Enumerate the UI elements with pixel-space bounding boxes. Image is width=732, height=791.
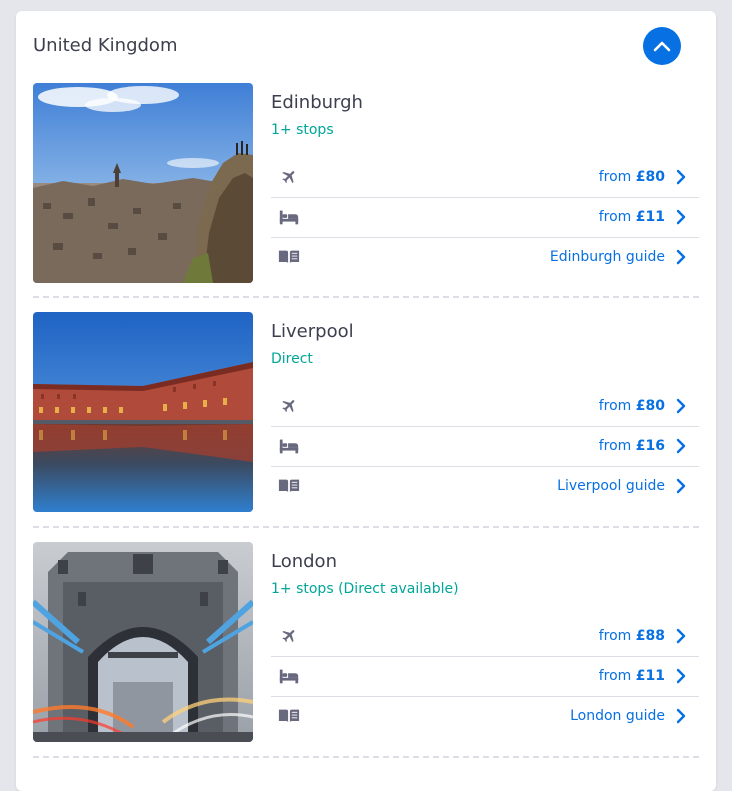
edinburgh-photo[interactable]	[33, 83, 253, 283]
chevron-up-icon	[653, 41, 671, 52]
guide-row[interactable]: London guide	[271, 697, 699, 736]
city-name[interactable]: Liverpool	[271, 321, 354, 342]
hotel-price-link[interactable]: from £16	[599, 438, 665, 454]
chevron-right-icon	[676, 708, 686, 724]
guide-row[interactable]: Liverpool guide	[271, 467, 699, 506]
city-item-liverpool: Liverpool Direct from £80 from £16 Liver…	[33, 312, 699, 512]
flights-row[interactable]: from £80	[271, 158, 699, 198]
chevron-right-icon	[676, 668, 686, 684]
guide-row[interactable]: Edinburgh guide	[271, 238, 699, 277]
flights-row[interactable]: from £80	[271, 387, 699, 427]
chevron-right-icon	[676, 249, 686, 265]
stops-info: 1+ stops (Direct available)	[271, 581, 459, 597]
book-icon	[278, 479, 300, 493]
london-photo[interactable]	[33, 542, 253, 742]
stops-info: Direct	[271, 351, 313, 367]
bed-icon	[279, 669, 299, 684]
plane-icon	[282, 400, 295, 413]
book-icon	[278, 709, 300, 723]
hotels-row[interactable]: from £16	[271, 427, 699, 467]
country-title: United Kingdom	[33, 35, 178, 56]
hotels-row[interactable]: from £11	[271, 198, 699, 238]
chevron-right-icon	[676, 398, 686, 414]
flight-price-link[interactable]: from £80	[599, 169, 665, 185]
hotel-price-link[interactable]: from £11	[599, 209, 665, 225]
chevron-right-icon	[676, 478, 686, 494]
hotel-price-link[interactable]: from £11	[599, 668, 665, 684]
guide-link[interactable]: Edinburgh guide	[550, 249, 665, 265]
plane-icon	[282, 630, 295, 643]
city-item-edinburgh: Edinburgh 1+ stops from £80 from £11 Edi…	[33, 83, 699, 283]
chevron-right-icon	[676, 438, 686, 454]
city-name[interactable]: London	[271, 551, 337, 572]
flights-row[interactable]: from £88	[271, 617, 699, 657]
city-name[interactable]: Edinburgh	[271, 92, 363, 113]
guide-link[interactable]: London guide	[570, 708, 665, 724]
chevron-right-icon	[676, 169, 686, 185]
bed-icon	[279, 210, 299, 225]
country-card: United Kingdom Edinburgh 1+ stops from £…	[16, 11, 716, 791]
flight-price-link[interactable]: from £80	[599, 398, 665, 414]
city-divider	[33, 756, 699, 758]
collapse-button[interactable]	[643, 27, 681, 65]
city-item-london: London 1+ stops (Direct available) from …	[33, 542, 699, 742]
flight-price-link[interactable]: from £88	[599, 628, 665, 644]
chevron-right-icon	[676, 209, 686, 225]
chevron-right-icon	[676, 628, 686, 644]
hotels-row[interactable]: from £11	[271, 657, 699, 697]
guide-link[interactable]: Liverpool guide	[557, 478, 665, 494]
plane-icon	[282, 171, 295, 184]
liverpool-photo[interactable]	[33, 312, 253, 512]
city-divider	[33, 296, 699, 298]
bed-icon	[279, 439, 299, 454]
city-divider	[33, 526, 699, 528]
book-icon	[278, 250, 300, 264]
stops-info: 1+ stops	[271, 122, 334, 138]
